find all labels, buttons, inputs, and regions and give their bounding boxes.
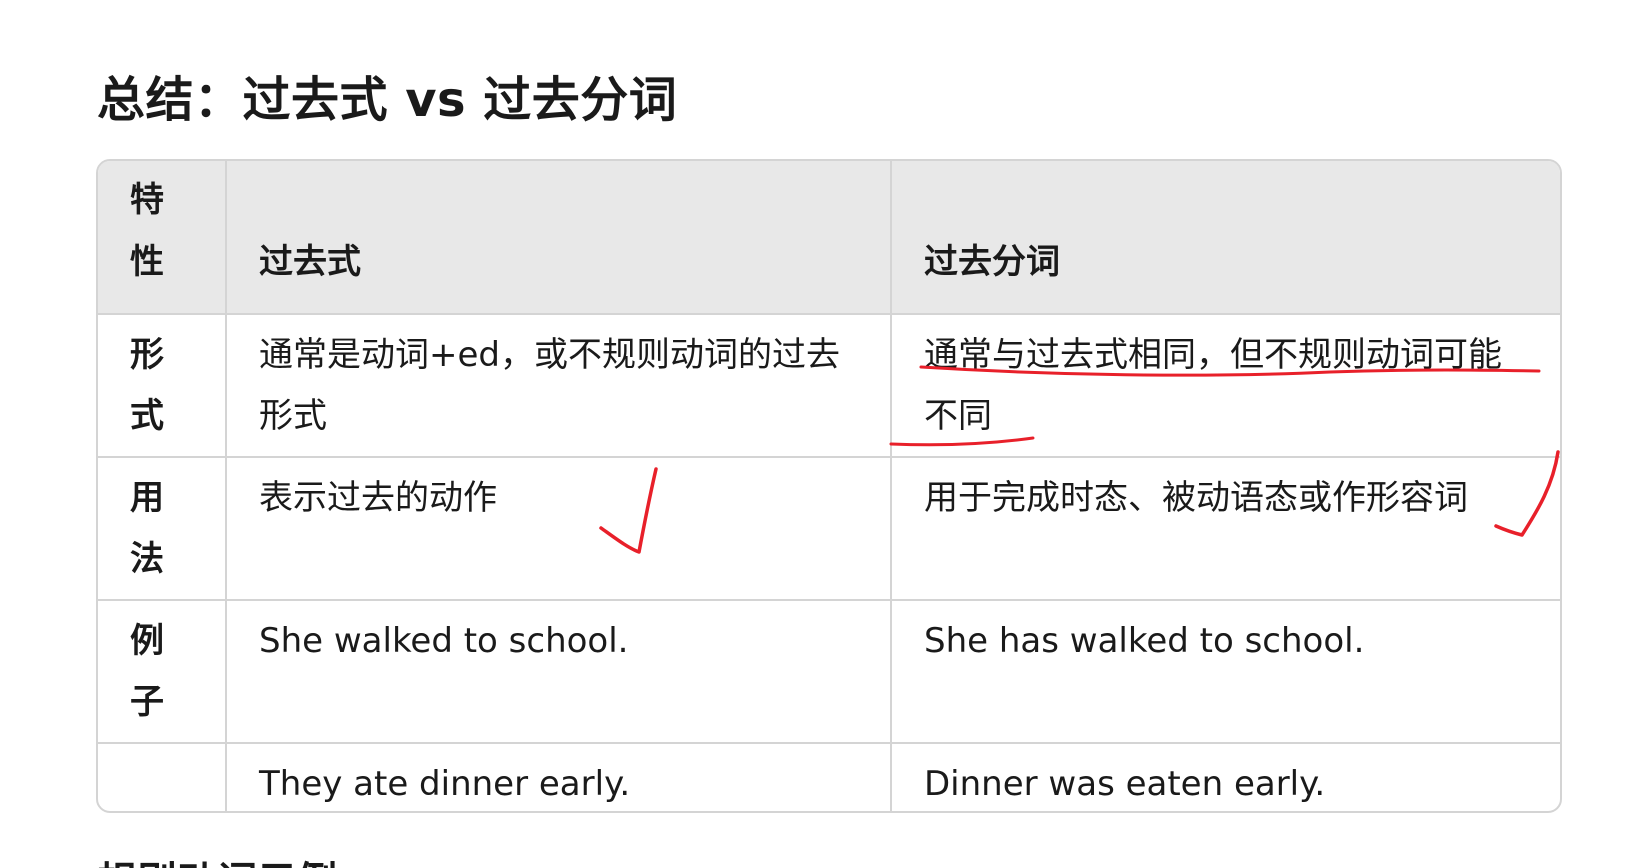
cell-form-past-participle: 通常与过去式相同，但不规则动词可能不同 xyxy=(891,314,1560,458)
header-past-tense: 过去式 xyxy=(226,161,892,315)
table-header-row: 特性 过去式 过去分词 xyxy=(98,161,1560,315)
header-feature: 特性 xyxy=(98,161,227,315)
row-label-example: 例子 xyxy=(98,600,227,744)
cell-example-past-tense: She walked to school. xyxy=(226,600,892,744)
header-past-participle: 过去分词 xyxy=(891,161,1560,315)
table-row: 用法 表示过去的动作 用于完成时态、被动语态或作形容词 xyxy=(98,457,1560,601)
cell-usage-past-tense: 表示过去的动作 xyxy=(226,457,892,601)
cell-example2-past-participle: Dinner was eaten early. xyxy=(924,764,1326,804)
comparison-table: 特性 过去式 过去分词 形式 通常是动词+ed，或不规则动词的过去形式 通常与过… xyxy=(96,159,1562,813)
table-row: 例子 She walked to school. She has walked … xyxy=(98,600,1560,744)
table-row: 形式 通常是动词+ed，或不规则动词的过去形式 通常与过去式相同，但不规则动词可… xyxy=(98,314,1560,458)
row-label-form: 形式 xyxy=(98,314,227,458)
row-label-usage: 用法 xyxy=(98,457,227,601)
cell-example2-past-tense: They ate dinner early. xyxy=(226,743,892,811)
cell-example-past-participle: She has walked to school. xyxy=(891,600,1560,744)
row-label-empty xyxy=(98,743,227,811)
page-title: 总结：过去式 vs 过去分词 xyxy=(97,72,678,128)
cell-form-past-tense: 通常是动词+ed，或不规则动词的过去形式 xyxy=(226,314,892,458)
next-section-heading-clip: 规则动词示例 xyxy=(97,858,697,868)
next-section-heading: 规则动词示例 xyxy=(97,858,697,868)
table-row: They ate dinner early. Dinner was eaten … xyxy=(98,743,1560,811)
cell-usage-past-participle: 用于完成时态、被动语态或作形容词 xyxy=(891,457,1560,601)
